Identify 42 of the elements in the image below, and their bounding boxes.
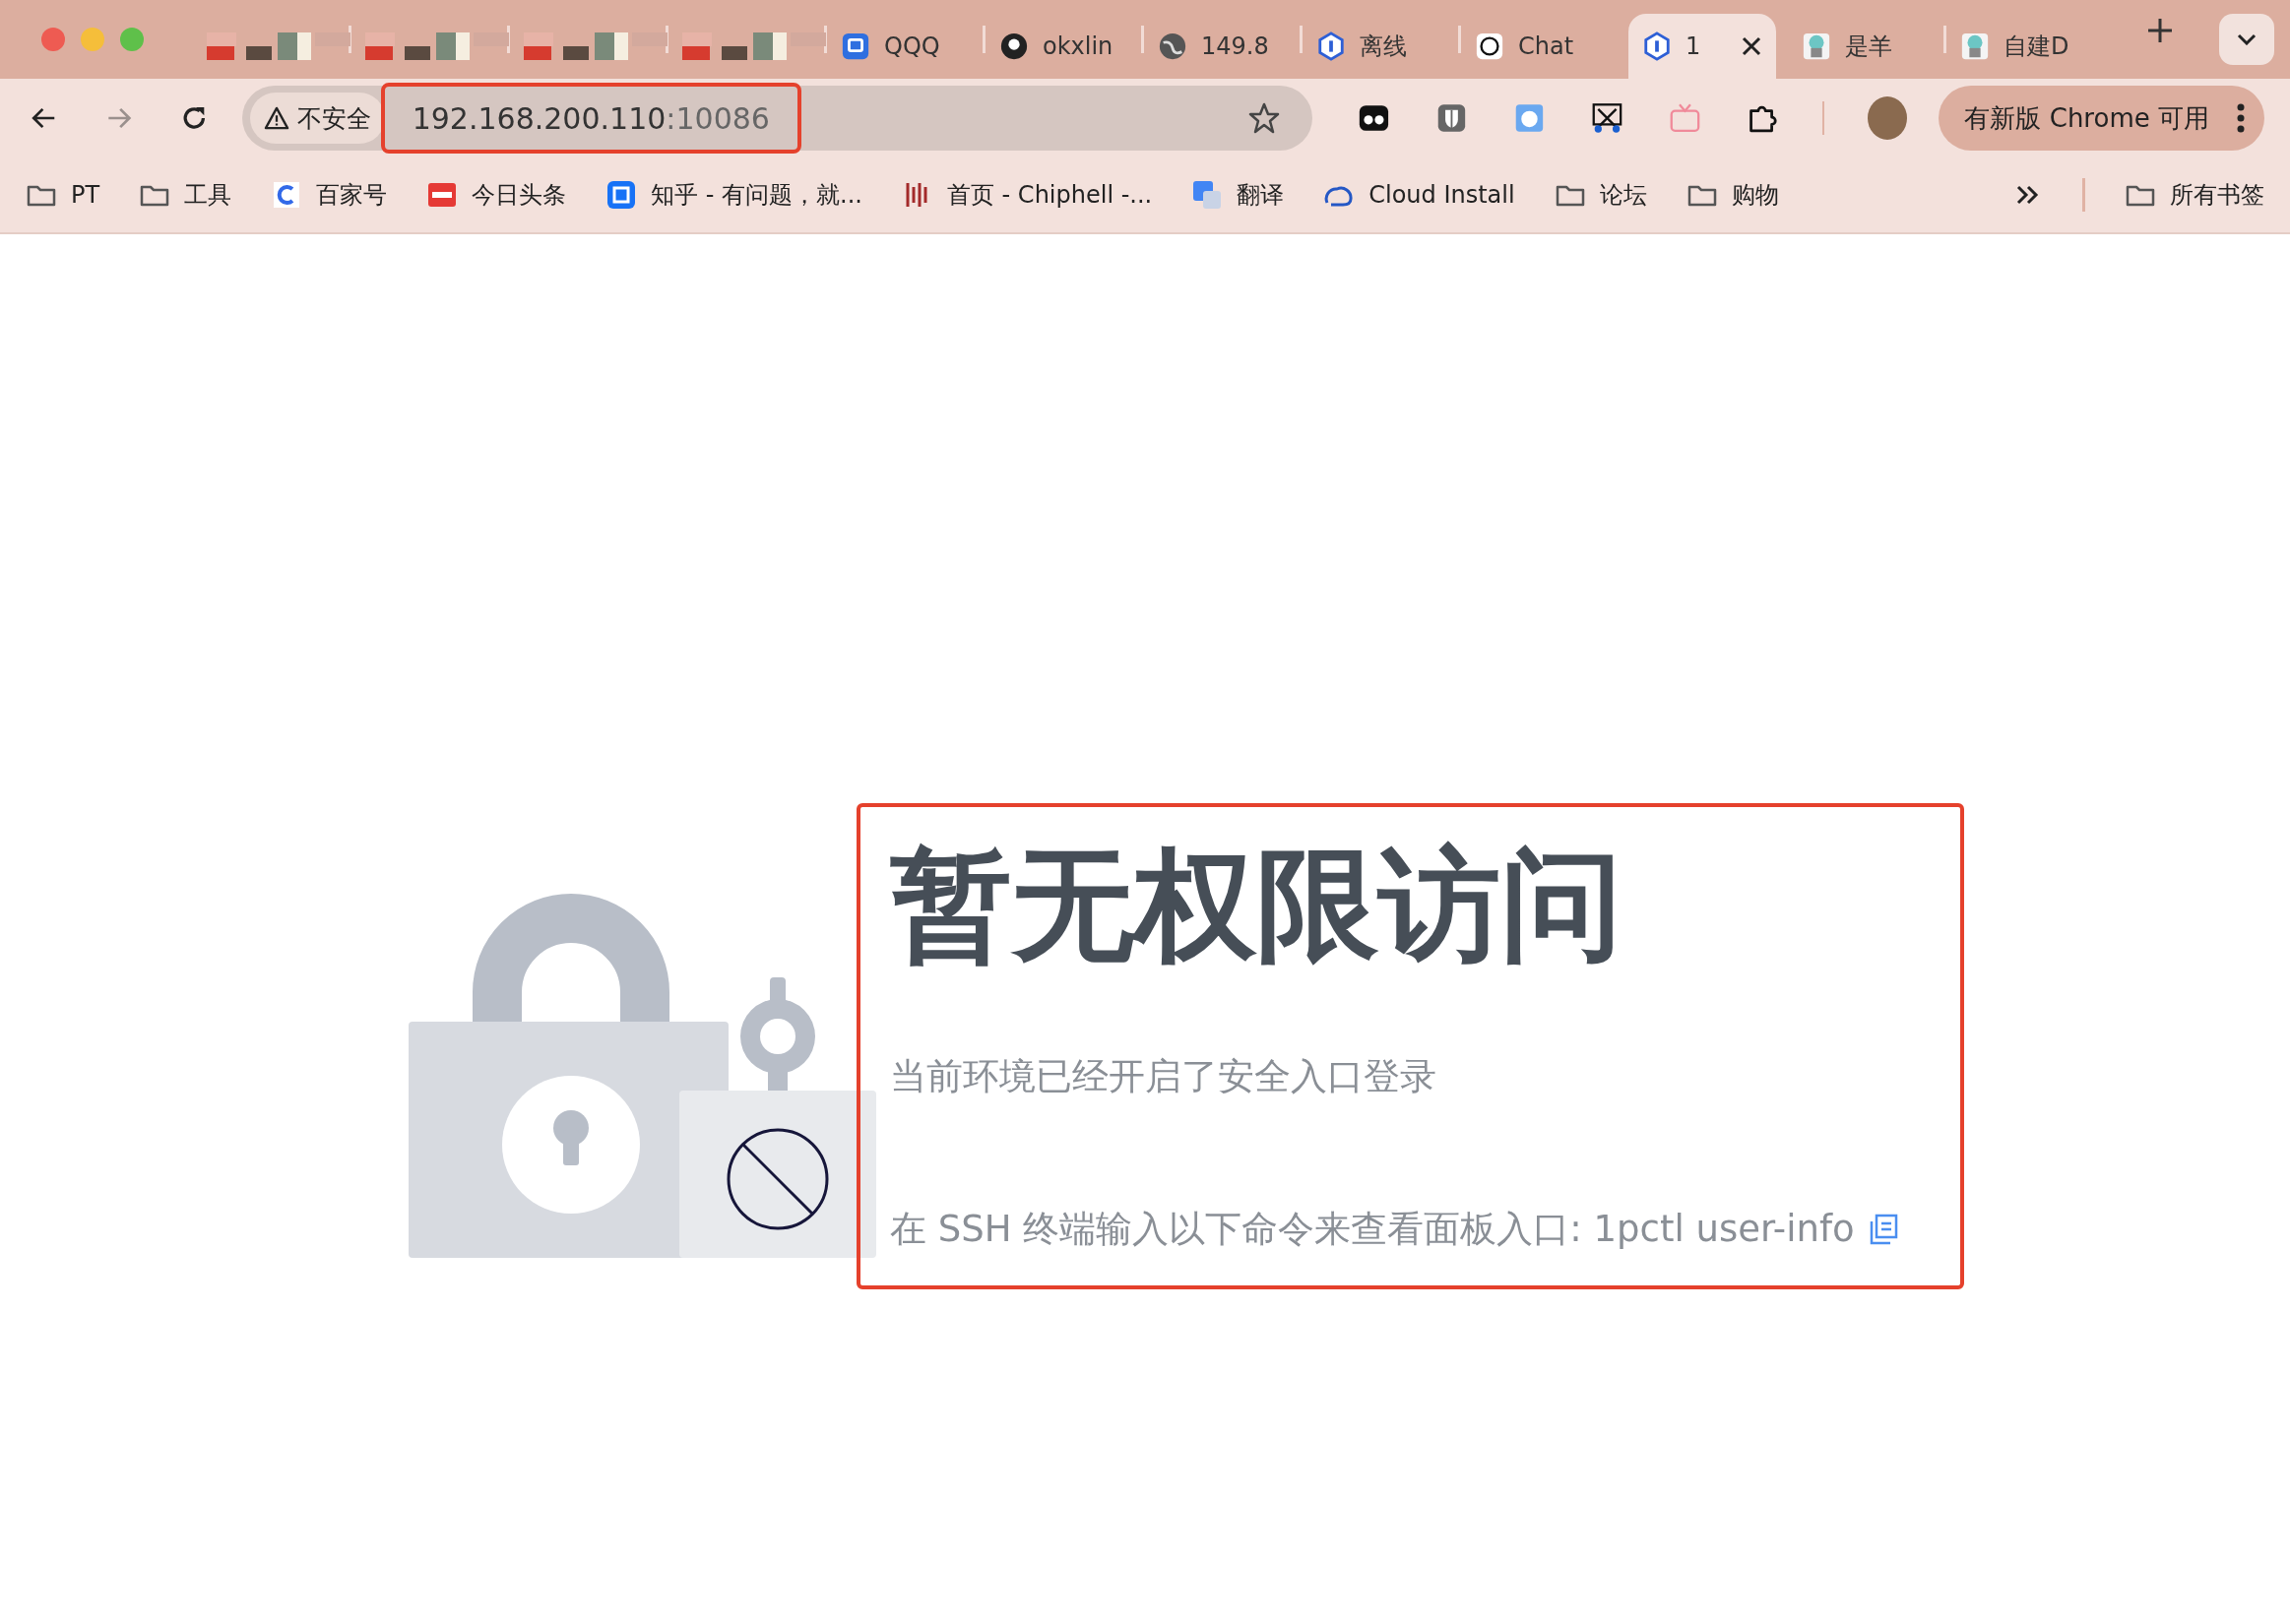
bookmark-folder[interactable]: 工具 xyxy=(139,179,232,211)
browser-tab[interactable]: okxlin xyxy=(986,14,1141,79)
profile-avatar[interactable] xyxy=(1868,96,1908,140)
bookmark-link[interactable]: 知乎 - 有问题，就... xyxy=(605,179,862,211)
bookmark-link[interactable]: Cloud Install xyxy=(1323,179,1515,211)
avatar-icon xyxy=(1802,31,1831,61)
chevron-down-icon xyxy=(2237,33,2257,45)
more-icon xyxy=(2237,103,2245,133)
bookmark-link[interactable]: 百家号 xyxy=(271,179,388,211)
bookmark-link[interactable]: 翻译 xyxy=(1191,179,1285,211)
hint-text: 在 SSH 终端输入以下命令来查看面板入口: 1pctl user-info xyxy=(890,1207,1855,1252)
github-icon xyxy=(999,31,1029,61)
copy-icon[interactable] xyxy=(1868,1214,1898,1245)
tab-search-button[interactable] xyxy=(2219,14,2274,65)
update-chrome-button[interactable]: 有新版 Chrome 可用 xyxy=(1939,86,2264,151)
bookmark-folder[interactable]: PT xyxy=(26,179,100,211)
url-text[interactable]: 192.168.200.110:10086 xyxy=(380,83,801,154)
browser-tab[interactable]: 1 xyxy=(1628,14,1776,79)
translate-icon xyxy=(1191,179,1224,211)
browser-tab[interactable]: 149.8 xyxy=(1144,14,1300,79)
bookmark-link[interactable]: 首页 - Chiphell -... xyxy=(901,179,1153,211)
close-icon[interactable] xyxy=(1741,35,1762,57)
page-title: 暂无权限访问 xyxy=(890,833,1623,977)
app-icon xyxy=(841,31,870,61)
warning-icon xyxy=(263,106,289,130)
bookmark-folder[interactable]: 购物 xyxy=(1686,179,1779,211)
browser-tab[interactable]: 是羊 xyxy=(1788,14,1943,79)
bookmark-star-icon[interactable] xyxy=(1247,101,1282,135)
logo-icon xyxy=(605,179,638,211)
bookmark-folder[interactable]: 论坛 xyxy=(1554,179,1647,211)
bookmark-folder[interactable]: 所有书签 xyxy=(2125,179,2264,211)
browser-tab[interactable]: Chat xyxy=(1461,14,1617,79)
address-bar[interactable]: 不安全 192.168.200.110:10086 xyxy=(241,86,1313,151)
hexagon-icon xyxy=(1316,31,1346,61)
hexagon-icon xyxy=(1642,31,1672,61)
globe-icon xyxy=(1158,31,1187,61)
browser-tab[interactable]: QQQ xyxy=(827,14,983,79)
bookmark-link[interactable]: 今日头条 xyxy=(426,179,567,211)
avatar-icon xyxy=(1960,31,1990,61)
subtitle-text: 当前环境已经开启了安全入口登录 xyxy=(890,1054,1437,1099)
browser-tab[interactable]: 自建D xyxy=(1946,14,2102,79)
browser-tab[interactable]: 离线 xyxy=(1303,14,1458,79)
